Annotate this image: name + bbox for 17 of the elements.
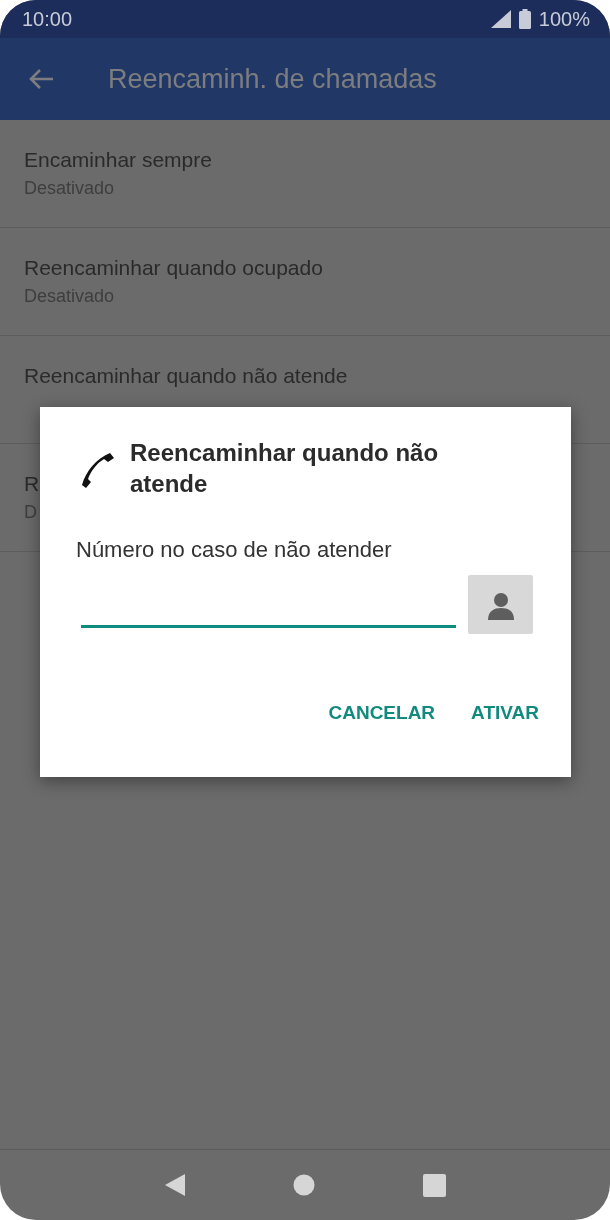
recents-icon[interactable] [423, 1173, 447, 1197]
back-arrow-icon[interactable] [28, 68, 54, 90]
field-label: Número no caso de não atender [76, 537, 393, 563]
contact-picker-button[interactable] [468, 575, 533, 634]
setting-title: R [24, 472, 40, 496]
battery-icon [518, 9, 531, 29]
battery-level: 100% [538, 7, 590, 31]
home-icon[interactable] [293, 1174, 316, 1196]
setting-title: Reencaminhar quando não atende [24, 364, 348, 388]
status-time: 10:00 [22, 7, 73, 31]
dialog-button[interactable]: CANCELAR [318, 694, 446, 732]
setting-title: Encaminhar sempre [24, 148, 212, 172]
back-icon[interactable] [163, 1173, 186, 1197]
app-bar-title: Reencaminh. de chamadas [108, 63, 437, 95]
dialog-button[interactable]: ATIVAR [461, 694, 549, 732]
signal-icon [490, 10, 511, 28]
setting-title: Reencaminhar quando ocupado [24, 256, 323, 280]
